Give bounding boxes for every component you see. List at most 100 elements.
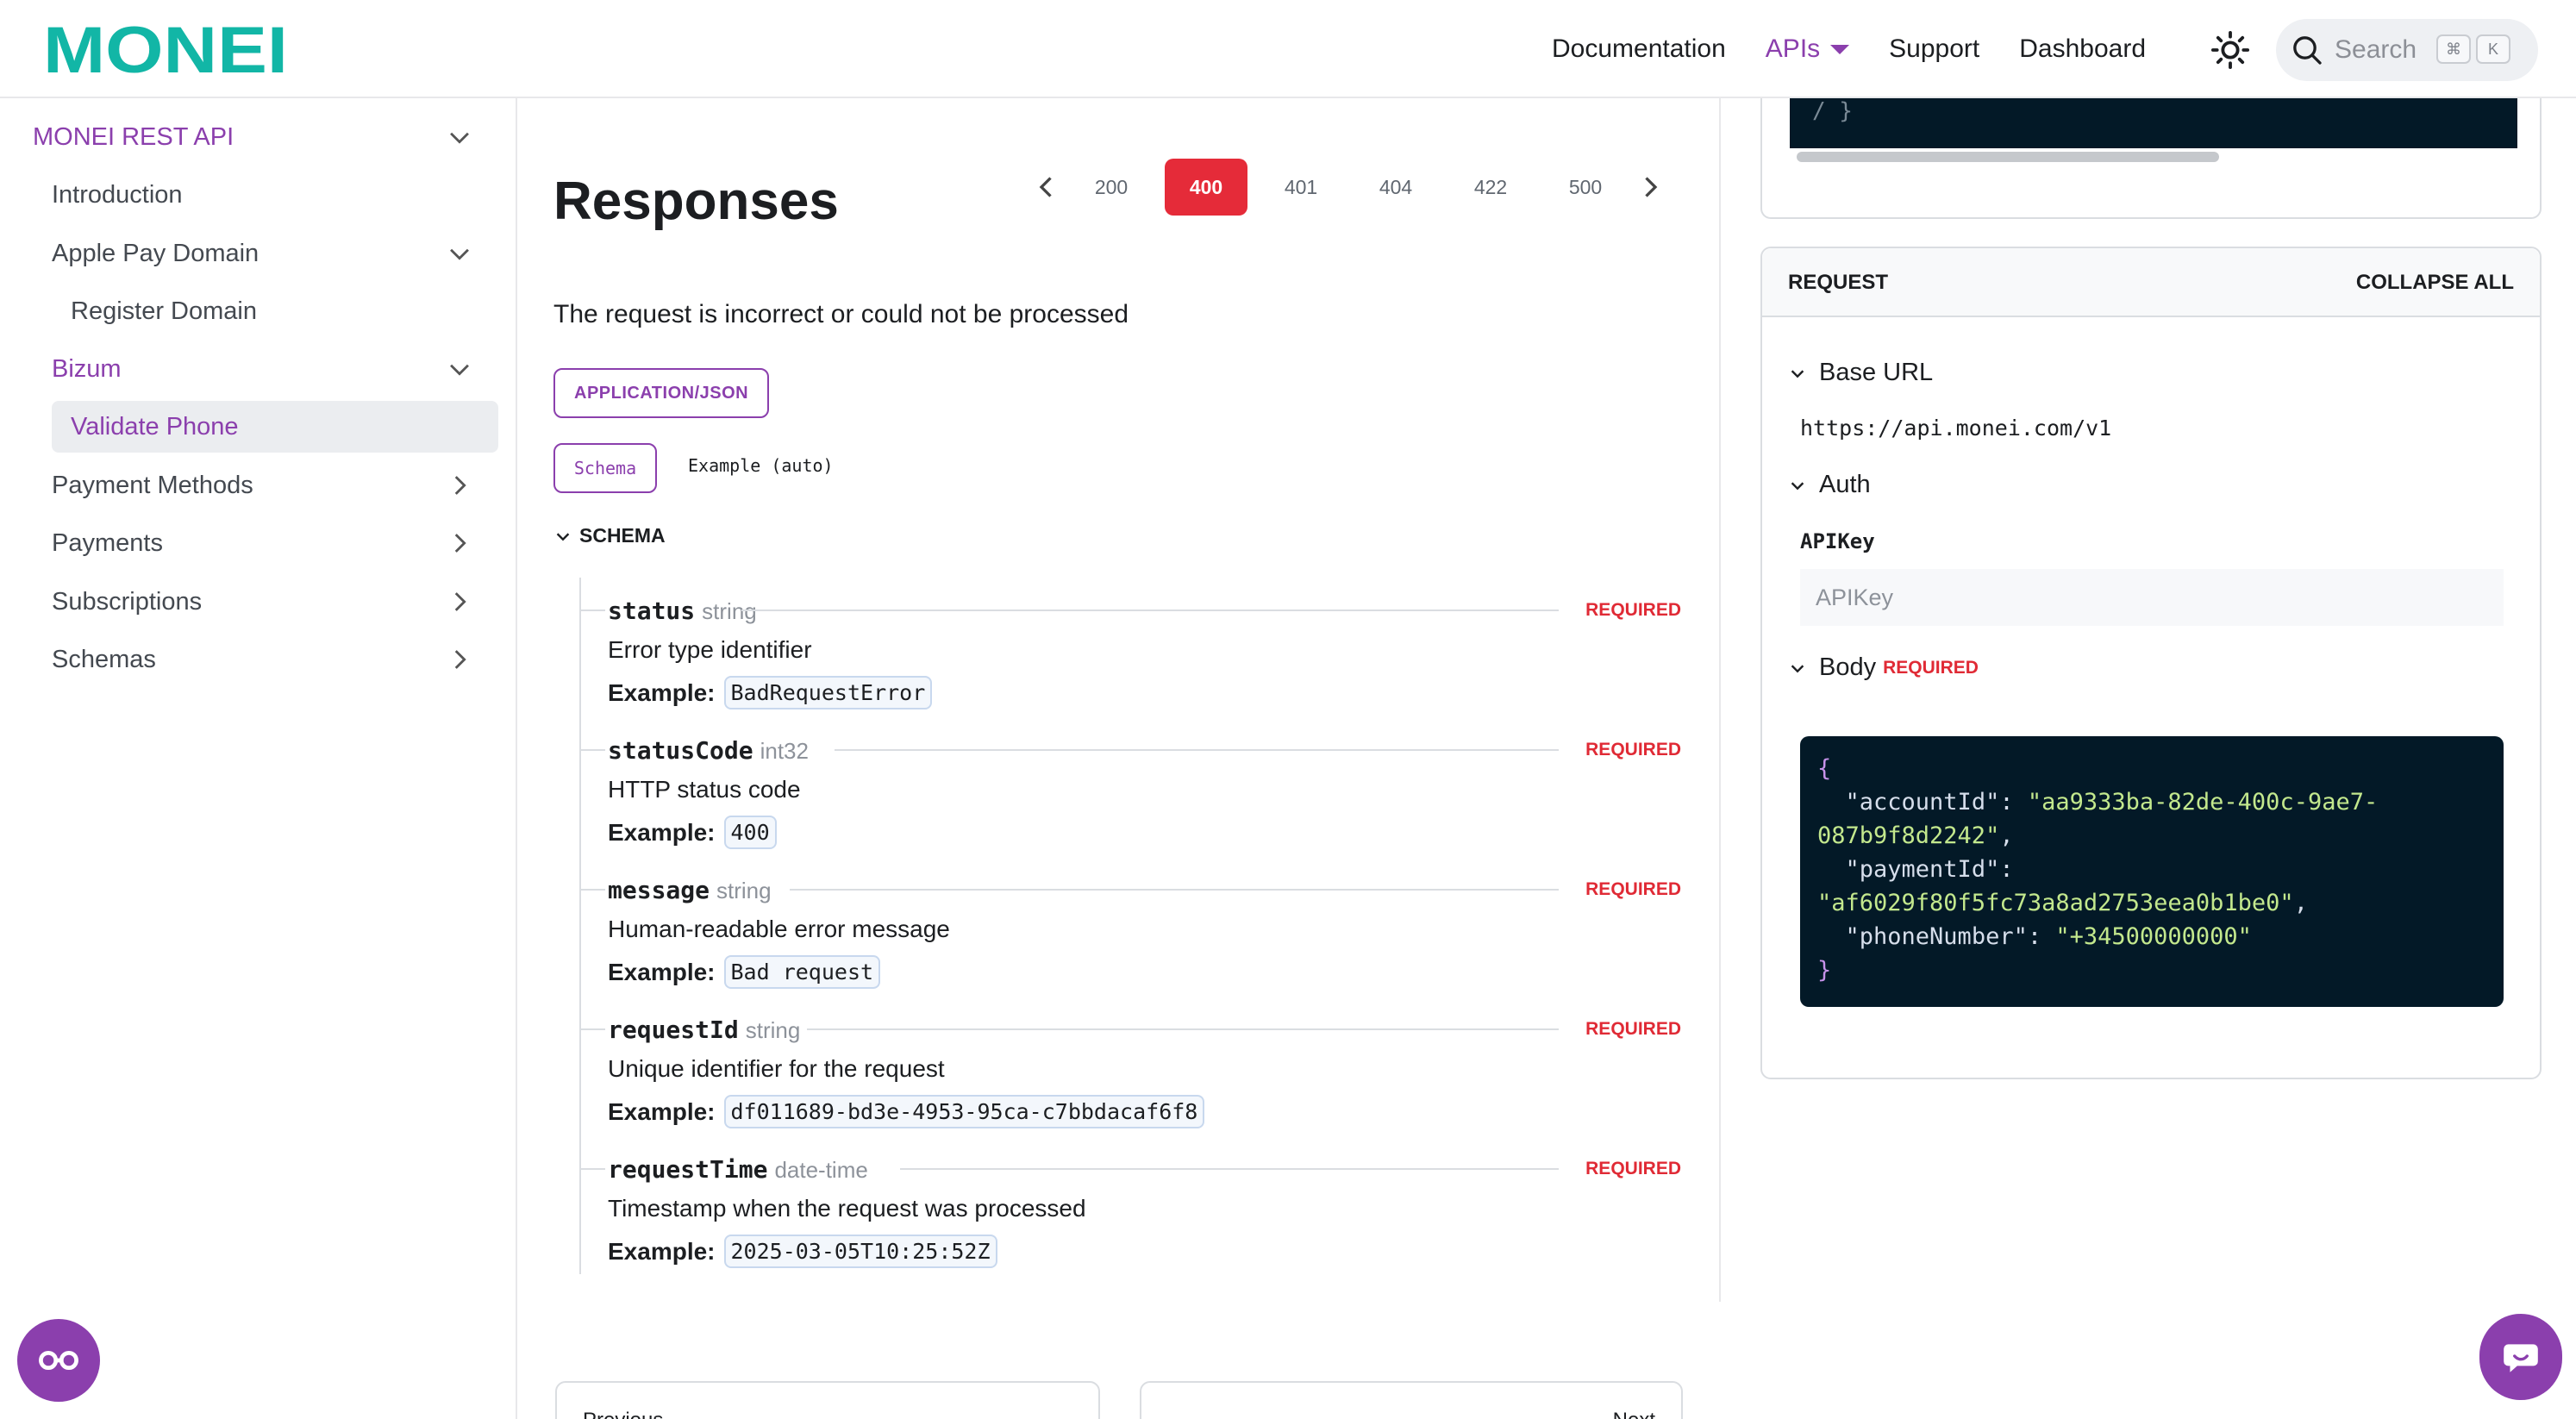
sidebar-item-label: Apple Pay Domain xyxy=(52,239,259,267)
property-example: Example: Bad request xyxy=(608,955,881,989)
sun-icon[interactable] xyxy=(2210,30,2250,70)
chevron-right-icon[interactable] xyxy=(445,528,474,558)
sidebar-item-label: Payment Methods xyxy=(52,471,253,499)
media-type-button[interactable]: APPLICATION/JSON xyxy=(553,368,770,418)
sidebar-category-bizum[interactable]: Bizum xyxy=(0,342,517,396)
sidebar-category-payment-methods[interactable]: Payment Methods xyxy=(0,459,517,512)
schema-property-requesttime: requestTime date-time REQUIRED Timestamp … xyxy=(579,1153,1683,1291)
schema-property-message: message string REQUIRED Human-readable er… xyxy=(579,874,1683,1012)
chevron-left-icon xyxy=(1039,177,1052,197)
property-type: string xyxy=(716,878,772,903)
example-value: 2025-03-05T10:25:52Z xyxy=(723,1235,997,1268)
chevron-right-icon[interactable] xyxy=(445,587,474,616)
kbd-command-key: ⌘ xyxy=(2436,34,2471,64)
sidebar-category-payments[interactable]: Payments xyxy=(0,516,517,570)
kbd-k-key: K xyxy=(2476,34,2510,64)
prev-code-button[interactable] xyxy=(1029,170,1064,204)
code-tab-401[interactable]: 401 xyxy=(1260,159,1342,216)
search-button[interactable]: Search ⌘ K xyxy=(2276,19,2538,81)
pager-previous-card[interactable]: Previous xyxy=(555,1381,1100,1419)
schema-label: SCHEMA xyxy=(579,524,666,547)
collapse-all-button[interactable]: COLLAPSE ALL xyxy=(2356,271,2514,295)
property-example: Example: 2025-03-05T10:25:52Z xyxy=(608,1235,997,1268)
property-type: string xyxy=(745,1017,801,1043)
sidebar-item-label: Payments xyxy=(52,528,163,557)
sidebar-category-schemas[interactable]: Schemas xyxy=(0,633,517,686)
code-tab-400[interactable]: 400 xyxy=(1165,159,1247,216)
chevron-right-icon[interactable] xyxy=(445,471,474,500)
property-name: status string xyxy=(608,597,757,625)
top-navbar: MONEI Documentation APIs Support Dashboa… xyxy=(0,0,2576,98)
monei-logo[interactable]: MONEI xyxy=(43,22,288,78)
base-url-value: https://api.monei.com/v1 xyxy=(1800,416,2112,441)
chevron-down-icon[interactable] xyxy=(445,122,474,152)
base-url-label: Base URL xyxy=(1819,359,1934,386)
horizontal-scrollbar[interactable] xyxy=(1797,152,2219,162)
nav-dashboard[interactable]: Dashboard xyxy=(2019,34,2146,64)
sidebar-item-label: Validate Phone xyxy=(71,412,239,441)
property-description: Human-readable error message xyxy=(608,916,950,942)
required-badge: REQUIRED xyxy=(1585,1019,1681,1039)
chevron-down-icon[interactable] xyxy=(445,354,474,384)
code-sample-block: / } xyxy=(1790,98,2517,148)
pager-previous-label: Previous xyxy=(583,1409,663,1419)
schema-toggle[interactable]: SCHEMA xyxy=(553,524,666,547)
chevron-right-icon[interactable] xyxy=(445,645,474,674)
request-body-editor[interactable]: { "accountId": "aa9333ba-82de-400c-9ae7-… xyxy=(1800,736,2504,1007)
property-example: Example: BadRequestError xyxy=(608,676,933,710)
sidebar-item-label: Bizum xyxy=(52,354,122,383)
example-value: 400 xyxy=(723,816,777,849)
required-badge: REQUIRED xyxy=(1585,879,1681,899)
sidebar-item-register-domain[interactable]: Register Domain xyxy=(0,284,517,338)
glasses-icon xyxy=(39,1350,78,1371)
tab-example[interactable]: Example (auto) xyxy=(688,455,834,476)
request-title: REQUEST xyxy=(1788,271,1889,294)
property-description: Error type identifier xyxy=(608,636,812,663)
code-tab-404[interactable]: 404 xyxy=(1354,159,1437,216)
sidebar-category-subscriptions[interactable]: Subscriptions xyxy=(0,575,517,628)
sidebar: MONEI REST API Introduction Apple Pay Do… xyxy=(0,98,517,1419)
example-value: BadRequestError xyxy=(723,676,933,710)
code-tab-500[interactable]: 500 xyxy=(1544,159,1627,216)
sidebar-item-label: Subscriptions xyxy=(52,587,203,616)
base-url-toggle[interactable]: Base URL xyxy=(1788,359,1933,387)
body-toggle[interactable]: Body REQUIRED xyxy=(1788,653,1979,682)
sidebar-category-apple-pay-domain[interactable]: Apple Pay Domain xyxy=(0,227,517,280)
schema-property-statuscode: statusCode int32 REQUIRED HTTP status cod… xyxy=(579,735,1683,872)
property-name: requestTime date-time xyxy=(608,1155,868,1184)
chat-support-button[interactable] xyxy=(2479,1314,2562,1400)
required-badge: REQUIRED xyxy=(1585,600,1681,620)
chevron-down-icon xyxy=(1791,369,1804,378)
example-value: Bad request xyxy=(723,955,881,989)
response-code-selector: 200 400 401 404 422 500 xyxy=(1029,159,1667,216)
nav-documentation[interactable]: Documentation xyxy=(1552,34,1726,64)
ai-assistant-button[interactable] xyxy=(17,1319,100,1402)
sidebar-category-monei-rest-api[interactable]: MONEI REST API xyxy=(0,110,517,164)
nav-apis-dropdown[interactable]: APIs xyxy=(1766,34,1850,64)
sidebar-item-validate-phone[interactable]: Validate Phone xyxy=(0,400,517,453)
code-tab-200[interactable]: 200 xyxy=(1070,159,1153,216)
property-type: string xyxy=(702,598,757,624)
pager-next-card[interactable]: Next xyxy=(1140,1381,1683,1419)
next-code-button[interactable] xyxy=(1633,170,1667,204)
tab-schema[interactable]: Schema xyxy=(553,443,657,493)
code-sample-panel: / } xyxy=(1760,98,2542,219)
content-divider xyxy=(1719,98,1721,1302)
example-value: df011689-bd3e-4953-95ca-c7bbdacaf6f8 xyxy=(723,1095,1205,1128)
request-panel: REQUEST COLLAPSE ALL Base URL https://ap… xyxy=(1760,247,2542,1079)
property-type: int32 xyxy=(760,738,809,764)
apikey-input[interactable] xyxy=(1800,569,2504,626)
property-name: statusCode int32 xyxy=(608,736,809,765)
property-name: requestId string xyxy=(608,1016,801,1044)
chevron-right-icon xyxy=(1645,177,1658,197)
code-snippet-text: / } xyxy=(1812,98,1853,124)
sidebar-item-label: Schemas xyxy=(52,645,156,673)
nav-support[interactable]: Support xyxy=(1889,34,1979,64)
sidebar-item-introduction[interactable]: Introduction xyxy=(0,168,517,222)
code-tab-422[interactable]: 422 xyxy=(1449,159,1532,216)
property-example: Example: 400 xyxy=(608,816,777,849)
auth-toggle[interactable]: Auth xyxy=(1788,471,1871,499)
chevron-down-icon[interactable] xyxy=(445,239,474,268)
sidebar-root-label: MONEI REST API xyxy=(33,122,234,151)
body-label: Body xyxy=(1819,653,1877,681)
